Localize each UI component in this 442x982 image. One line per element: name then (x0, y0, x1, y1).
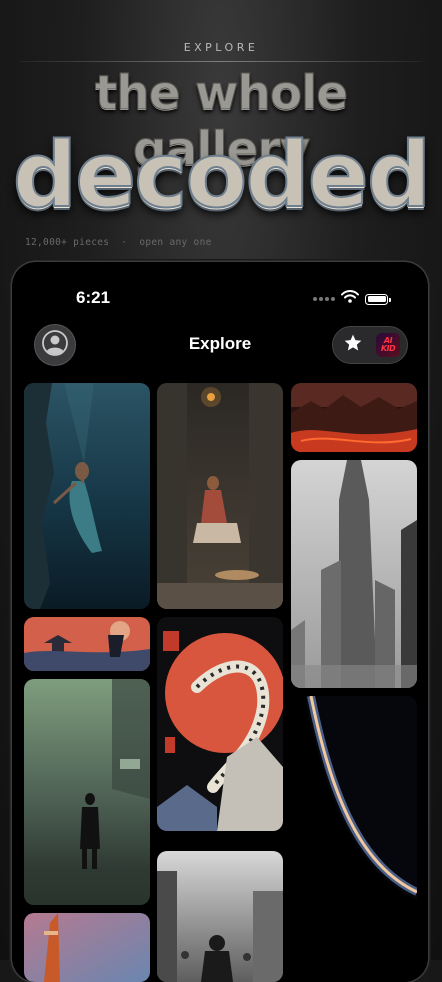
gallery-tile-planet-horizon[interactable] (291, 696, 417, 982)
gallery-tile-grey-skyscraper[interactable] (291, 460, 417, 688)
hero-tagline: 12,000+ pieces · open any one (25, 237, 212, 248)
gallery-tile-woman-reading-alley[interactable] (157, 383, 283, 609)
signal-dots-icon (313, 297, 335, 301)
gallery-tile-foggy-green-street[interactable] (24, 679, 150, 905)
gallery-tile-underwater-diver[interactable] (24, 383, 150, 609)
nav-actions: AI KID (332, 326, 408, 364)
hero-divider (20, 61, 422, 62)
hero-eyebrow: EXPLORE (183, 41, 259, 54)
phone-frame: 6:21 Explore AI KID (12, 262, 428, 982)
gallery-tile-foggy-city-crowd[interactable] (157, 851, 283, 982)
nav-bar: Explore AI KID (12, 324, 428, 366)
gallery-tile-red-fiery-landscape[interactable] (291, 383, 417, 452)
favorites-button[interactable] (342, 334, 364, 356)
status-icons (313, 290, 391, 308)
wifi-icon (341, 290, 359, 308)
gallery-tile-red-sun-pagoda[interactable] (24, 617, 150, 671)
gallery-tile-red-sun-centipede-monster[interactable] (157, 617, 283, 831)
battery-icon (365, 293, 391, 305)
hero-title-line2: decoded (12, 122, 433, 229)
star-icon (343, 333, 363, 358)
gallery-tile-pink-sky-figure[interactable] (24, 913, 150, 982)
app-icon[interactable]: AI KID (376, 333, 400, 357)
status-time: 6:21 (76, 288, 111, 307)
status-bar: 6:21 (12, 286, 428, 308)
